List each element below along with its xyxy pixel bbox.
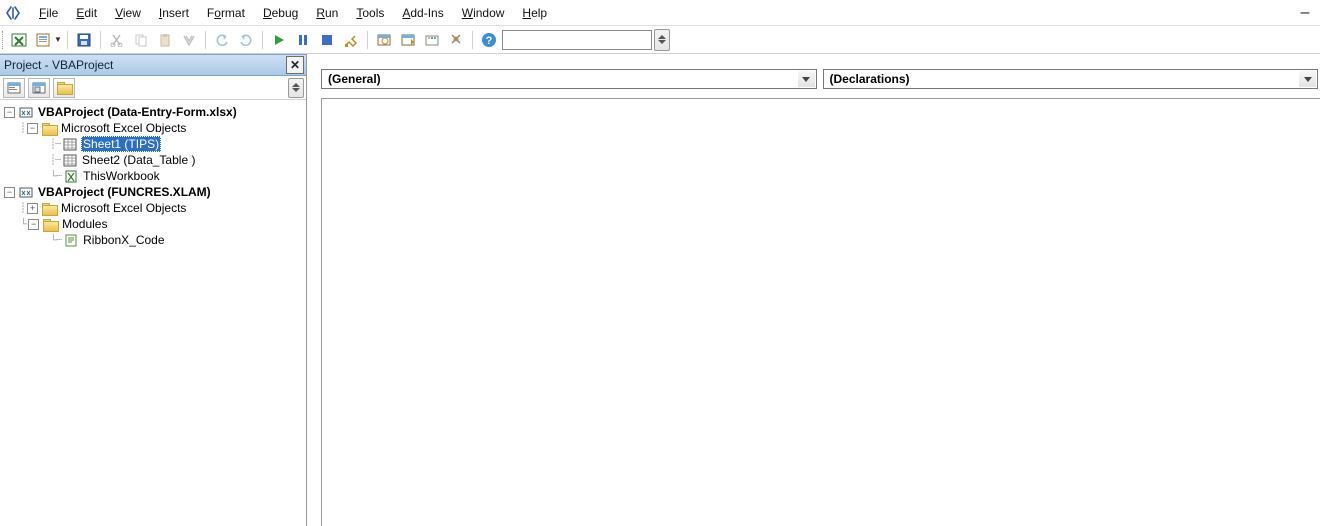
view-code-icon[interactable] <box>3 78 25 98</box>
properties-window-icon[interactable] <box>397 29 419 51</box>
worksheet-icon <box>62 136 78 152</box>
expand-toggle[interactable]: − <box>27 123 38 134</box>
expand-toggle[interactable]: + <box>27 203 38 214</box>
thisworkbook-node[interactable]: ThisWorkbook <box>82 169 160 183</box>
dropdown-arrow-icon[interactable] <box>1299 71 1316 87</box>
design-mode-icon[interactable] <box>340 29 362 51</box>
dropdown-arrow-icon[interactable] <box>798 71 815 87</box>
modules-folder[interactable]: Modules <box>61 217 108 231</box>
menu-window[interactable]: Window <box>453 0 514 25</box>
project-explorer-title-label: Project - VBAProject <box>4 58 113 72</box>
procedure-combo[interactable]: (Declarations) <box>823 69 1319 89</box>
help-icon[interactable]: ? <box>478 29 500 51</box>
paste-icon[interactable] <box>154 29 176 51</box>
run-icon[interactable] <box>268 29 290 51</box>
insert-module-icon[interactable] <box>32 29 54 51</box>
excel-objects-folder-2[interactable]: Microsoft Excel Objects <box>60 201 187 215</box>
folder-icon <box>41 120 57 136</box>
procedure-combo-label: (Declarations) <box>830 72 910 86</box>
break-icon[interactable] <box>292 29 314 51</box>
menu-edit[interactable]: Edit <box>67 0 106 25</box>
redo-icon[interactable] <box>235 29 257 51</box>
workbook-icon <box>63 168 79 184</box>
project-explorer-close[interactable]: ✕ <box>286 56 304 74</box>
position-combo[interactable] <box>502 30 652 50</box>
toolbar-overflow[interactable] <box>654 29 670 51</box>
menu-bar: File Edit View Insert Format Debug Run T… <box>0 0 1320 26</box>
expand-toggle[interactable]: − <box>4 107 15 118</box>
menu-view[interactable]: View <box>106 0 150 25</box>
vbaproject-icon <box>18 184 34 200</box>
undo-icon[interactable] <box>211 29 233 51</box>
ribbonx-code-node[interactable]: RibbonX_Code <box>82 233 165 247</box>
menu-help[interactable]: Help <box>513 0 556 25</box>
cut-icon[interactable] <box>106 29 128 51</box>
menu-insert[interactable]: Insert <box>150 0 198 25</box>
menu-run[interactable]: Run <box>307 0 347 25</box>
code-pane: (General) (Declarations) <box>307 54 1320 526</box>
object-combo[interactable]: (General) <box>321 69 817 89</box>
view-excel-icon[interactable] <box>8 29 30 51</box>
insert-module-dropdown-icon[interactable]: ▼ <box>54 35 62 44</box>
expand-toggle[interactable]: − <box>28 219 39 230</box>
view-object-icon[interactable] <box>28 78 50 98</box>
standard-toolbar: ▼ ? <box>0 26 1320 54</box>
module-icon <box>63 232 79 248</box>
vbaproject-icon <box>18 104 34 120</box>
project-explorer-panel: Project - VBAProject ✕ − VBAProject (Dat… <box>0 54 307 526</box>
vba-app-icon <box>4 4 22 22</box>
sheet2-node[interactable]: Sheet2 (Data_Table ) <box>81 153 196 167</box>
menu-format[interactable]: Format <box>198 0 254 25</box>
sheet1-node[interactable]: Sheet1 (TIPS) <box>81 136 161 152</box>
object-browser-icon[interactable] <box>421 29 443 51</box>
menu-addins[interactable]: Add-Ins <box>393 0 452 25</box>
toggle-folders-icon[interactable] <box>53 78 75 98</box>
expand-toggle[interactable]: − <box>4 187 15 198</box>
menu-tools[interactable]: Tools <box>347 0 393 25</box>
project-explorer-toolbar <box>0 76 306 100</box>
vbaproject-2-label[interactable]: VBAProject (FUNCRES.XLAM) <box>37 185 212 199</box>
project-explorer-icon[interactable] <box>373 29 395 51</box>
reset-icon[interactable] <box>316 29 338 51</box>
folder-icon <box>41 200 57 216</box>
minimize-button[interactable]: – <box>1290 4 1320 22</box>
project-tree[interactable]: − VBAProject (Data-Entry-Form.xlsx) ┊ − … <box>0 100 306 526</box>
project-explorer-toolbar-overflow[interactable] <box>288 78 304 98</box>
code-editor[interactable] <box>321 98 1320 526</box>
find-icon[interactable] <box>178 29 200 51</box>
project-explorer-title: Project - VBAProject ✕ <box>0 54 306 76</box>
save-icon[interactable] <box>73 29 95 51</box>
folder-icon <box>42 216 58 232</box>
menu-debug[interactable]: Debug <box>254 0 307 25</box>
vbaproject-1-label[interactable]: VBAProject (Data-Entry-Form.xlsx) <box>37 105 238 119</box>
copy-icon[interactable] <box>130 29 152 51</box>
svg-text:?: ? <box>486 35 493 47</box>
object-combo-label: (General) <box>328 72 381 86</box>
menu-file[interactable]: File <box>30 0 67 25</box>
worksheet-icon <box>62 152 78 168</box>
excel-objects-folder-1[interactable]: Microsoft Excel Objects <box>60 121 187 135</box>
toolbox-icon[interactable] <box>445 29 467 51</box>
